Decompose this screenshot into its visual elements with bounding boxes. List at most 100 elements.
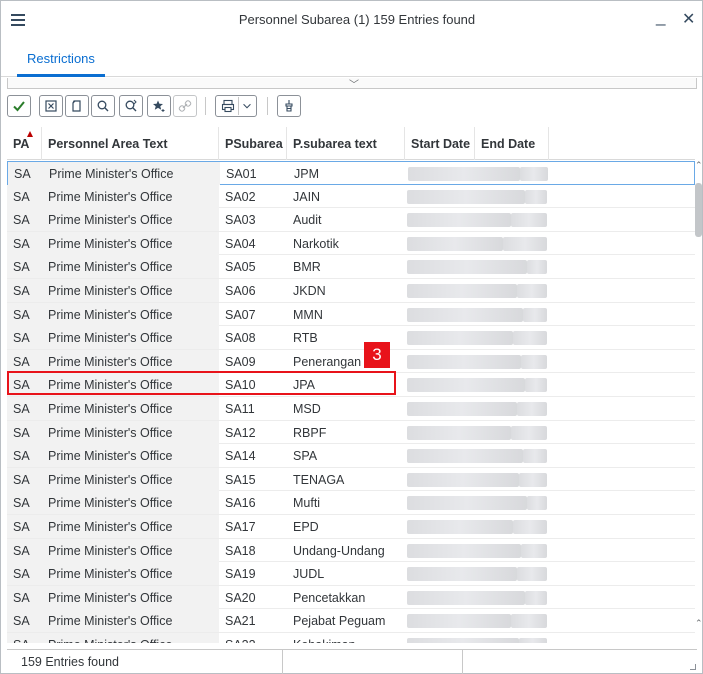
table-row[interactable]: SA Prime Minister's Office SA20 Pencetakkan xyxy=(7,585,695,610)
column-header-psubarea-text[interactable]: P.subarea text xyxy=(287,127,405,160)
cell-pa: SA xyxy=(7,184,42,208)
redacted-end-date xyxy=(513,331,547,346)
scroll-down-icon[interactable]: ⌃ xyxy=(695,619,703,628)
search-button[interactable] xyxy=(91,95,115,117)
table-row[interactable]: SA Prime Minister's Office SA01 JPM xyxy=(7,161,695,185)
column-header-psubarea[interactable]: PSubarea xyxy=(219,127,287,160)
column-header-end-date[interactable]: End Date xyxy=(475,127,549,160)
table-row[interactable]: SA Prime Minister's Office SA04 Narkotik xyxy=(7,231,695,256)
table-row[interactable]: SA Prime Minister's Office SA05 BMR xyxy=(7,255,695,279)
table-row[interactable]: SA Prime Minister's Office SA09 Penerangan xyxy=(7,349,695,374)
restrictions-collapse-bar[interactable]: ﹀ xyxy=(7,76,697,91)
table-row[interactable]: SA Prime Minister's Office SA19 JUDL xyxy=(7,562,695,586)
table-row[interactable]: SA Prime Minister's Office SA12 RBPF xyxy=(7,420,695,445)
cell-psubarea: SA14 xyxy=(225,449,256,464)
scroll-thumb[interactable] xyxy=(695,183,702,237)
cell-personnel-area-text: Prime Minister's Office xyxy=(42,633,219,643)
cell-pa: SA xyxy=(7,302,42,326)
table-row[interactable]: SA Prime Minister's Office SA06 JKDN xyxy=(7,279,695,303)
redacted-start-date xyxy=(407,260,527,275)
delete-icon xyxy=(45,100,57,112)
redacted-end-date xyxy=(513,520,547,534)
tab-restrictions[interactable]: Restrictions xyxy=(17,51,105,77)
cell-personnel-area-text: Prime Minister's Office xyxy=(42,397,219,420)
table-row[interactable]: SA Prime Minister's Office SA02 JAIN xyxy=(7,184,695,209)
table-row[interactable]: SA Prime Minister's Office SA21 Pejabat Peg… xyxy=(7,609,695,633)
chevron-down-icon[interactable]: ﹀ xyxy=(349,76,359,91)
cell-psubarea-text: Pejabat Peguam xyxy=(293,614,386,629)
cell-psubarea: SA16 xyxy=(225,496,256,511)
redacted-start-date xyxy=(407,449,523,464)
favorites-icon xyxy=(153,100,165,112)
confirm-button[interactable] xyxy=(7,95,31,117)
table-row[interactable]: SA Prime Minister's Office SA08 RTB xyxy=(7,326,695,350)
redacted-start-date xyxy=(407,425,511,440)
toolbar xyxy=(7,93,697,121)
table-row[interactable]: SAPrime Minister's OfficeSA22Kehakiman xyxy=(7,633,695,643)
table-row[interactable]: SA Prime Minister's Office SA18 Undang-Unda… xyxy=(7,538,695,563)
close-icon[interactable]: ✕ xyxy=(682,12,695,28)
cell-psubarea: SA08 xyxy=(225,331,256,346)
checkmark-icon xyxy=(13,101,25,112)
cell-psubarea: SA20 xyxy=(225,590,256,605)
table-row[interactable]: SA Prime Minister's Office SA11 MSD xyxy=(7,397,695,421)
cell-pa: SA xyxy=(7,420,42,444)
print-icon xyxy=(221,99,235,113)
search-next-button[interactable] xyxy=(119,95,143,117)
minimize-icon[interactable]: _ xyxy=(656,7,665,27)
table-row[interactable]: SA Prime Minister's Office SA07 MMN xyxy=(7,302,695,327)
cell-psubarea-text: Kehakiman xyxy=(287,633,405,643)
redacted-end-date xyxy=(517,567,547,582)
redacted-end-date xyxy=(521,354,547,369)
column-header-pa[interactable]: PA xyxy=(7,127,42,160)
search-icon xyxy=(97,100,109,112)
cell-pa: SA xyxy=(7,231,42,255)
table-row[interactable]: SA Prime Minister's Office SA15 TENAGA xyxy=(7,467,695,492)
cell-personnel-area-text: Prime Minister's Office xyxy=(42,184,219,208)
status-bar: 159 Entries found xyxy=(7,649,697,674)
cell-personnel-area-text: Prime Minister's Office xyxy=(42,538,219,562)
redacted-start-date xyxy=(407,331,513,346)
cell-personnel-area-text: Prime Minister's Office xyxy=(42,515,219,538)
scroll-up-icon[interactable]: ⌃ xyxy=(695,161,703,170)
link-button[interactable] xyxy=(173,95,197,117)
table-row[interactable]: SA Prime Minister's Office SA10 JPA xyxy=(7,373,695,397)
redacted-end-date xyxy=(519,638,547,643)
cell-personnel-area-text: Prime Minister's Office xyxy=(42,302,219,326)
cell-pa: SA xyxy=(7,279,42,302)
resize-grip-icon[interactable] xyxy=(690,664,696,670)
cell-pa: SA xyxy=(7,515,42,538)
cell-psubarea-text: EPD xyxy=(293,520,319,534)
step-badge: 3 xyxy=(364,342,390,368)
print-button[interactable] xyxy=(215,95,257,117)
cell-psubarea-text: Audit xyxy=(293,213,322,228)
copy-button[interactable] xyxy=(65,95,89,117)
table-row[interactable]: SA Prime Minister's Office SA14 SPA xyxy=(7,444,695,468)
cell-pa: SA xyxy=(7,349,42,373)
vertical-scrollbar[interactable]: ⌃ ⌃ xyxy=(694,161,703,641)
redacted-start-date xyxy=(407,638,519,643)
redacted-start-date xyxy=(407,520,513,534)
favorites-button[interactable] xyxy=(147,95,171,117)
table-row[interactable]: SA Prime Minister's Office SA17 EPD xyxy=(7,515,695,539)
cell-pa: SA xyxy=(7,467,42,491)
cell-psubarea: SA12 xyxy=(225,425,256,440)
table-row[interactable]: SA Prime Minister's Office SA16 Mufti xyxy=(7,491,695,515)
cell-psubarea: SA19 xyxy=(225,567,256,582)
cell-psubarea: SA01 xyxy=(226,167,257,181)
table-row[interactable]: SA Prime Minister's Office SA03 Audit xyxy=(7,208,695,232)
redacted-end-date xyxy=(523,449,547,464)
column-header-personnel-area-text[interactable]: Personnel Area Text xyxy=(42,127,219,160)
redacted-start-date xyxy=(407,496,527,511)
column-header-start-date[interactable]: Start Date xyxy=(405,127,475,160)
redacted-start-date xyxy=(408,167,520,181)
cell-psubarea: SA17 xyxy=(225,520,256,534)
settings-button[interactable] xyxy=(277,95,301,117)
cell-psubarea: SA15 xyxy=(225,472,256,487)
cell-pa: SA xyxy=(7,538,42,562)
title-bar: Personnel Subarea (1) 159 Entries found … xyxy=(1,1,702,41)
status-segment: 159 Entries found xyxy=(7,650,283,674)
redacted-start-date xyxy=(407,354,521,369)
delete-button[interactable] xyxy=(39,95,63,117)
cell-pa: SA xyxy=(7,373,42,397)
